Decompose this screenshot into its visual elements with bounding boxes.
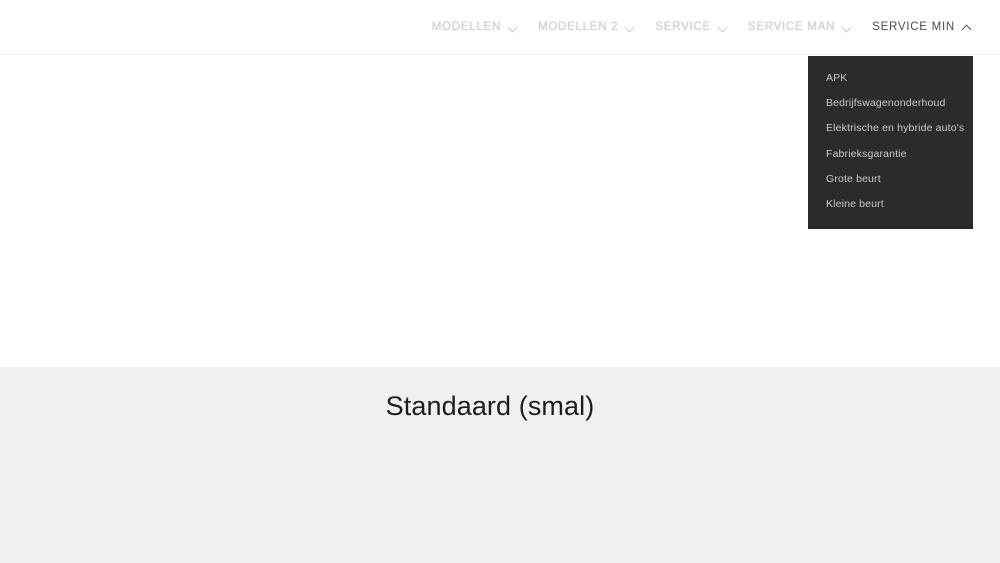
chevron-down-icon [626,23,635,32]
nav-item-service-man[interactable]: SERVICE MAN [738,0,862,55]
nav-item-label: SERVICE MIN [872,20,955,33]
chevron-up-icon [963,23,972,32]
nav-item-modellen-2[interactable]: MODELLEN 2 [528,0,645,55]
page-title: Standaard (smal) [385,391,595,421]
dropdown-item-apk[interactable]: APK [808,66,973,91]
nav-item-label: SERVICE MAN [747,20,836,33]
section-standaard-smal: Standaard (smal) [0,367,1000,563]
dropdown-item-kleine-beurt[interactable]: Kleine beurt [808,192,973,217]
page-root: Standaard (smal) MODELLEN MODELLEN 2 SER… [0,0,1000,563]
nav-item-label: MODELLEN [431,20,502,33]
dropdown-item-grote-beurt[interactable]: Grote beurt [808,167,973,192]
dropdown-menu-service-min: APK Bedrijfswagenonderhoud Elektrische e… [808,56,973,230]
dropdown-item-fabrieksgarantie[interactable]: Fabrieksgarantie [808,142,973,167]
nav-item-modellen[interactable]: MODELLEN [422,0,528,55]
dropdown-item-bedrijfswagenonderhoud[interactable]: Bedrijfswagenonderhoud [808,91,973,116]
chevron-down-icon [843,23,852,32]
main-navigation: MODELLEN MODELLEN 2 SERVICE SERVICE MAN … [422,0,982,55]
nav-item-service-min[interactable]: SERVICE MIN [862,0,982,55]
nav-item-label: MODELLEN 2 [538,20,619,33]
chevron-down-icon [719,23,728,32]
dropdown-item-elektrische-en-hybride-autos[interactable]: Elektrische en hybride auto's [808,116,973,141]
chevron-down-icon [509,23,518,32]
nav-item-label: SERVICE [655,20,711,33]
nav-item-service[interactable]: SERVICE [645,0,738,55]
site-header: MODELLEN MODELLEN 2 SERVICE SERVICE MAN … [0,0,1000,55]
